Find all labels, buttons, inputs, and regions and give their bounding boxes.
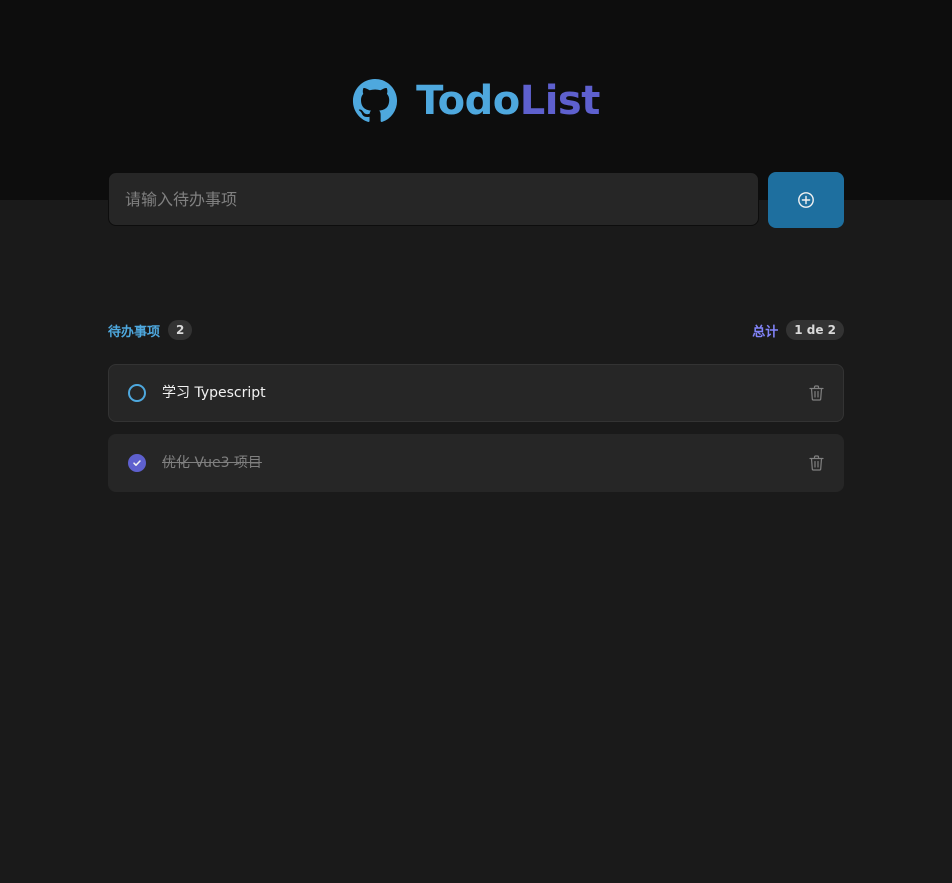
github-icon bbox=[353, 78, 398, 122]
task-list: 学习 Typescript 优化 Vue3 项目 bbox=[108, 364, 844, 504]
created-tasks-label: 待办事项 bbox=[108, 324, 161, 340]
delete-task-button[interactable] bbox=[807, 384, 825, 402]
task-item: 优化 Vue3 项目 bbox=[108, 434, 844, 492]
task-text: 学习 Typescript bbox=[162, 385, 266, 401]
created-tasks-badge: 2 bbox=[168, 320, 193, 340]
app-title-list: List bbox=[519, 78, 601, 124]
plus-circle-icon bbox=[798, 192, 814, 208]
app-title: TodoList bbox=[416, 76, 600, 126]
completed-tasks-badge: 1 de 2 bbox=[786, 320, 844, 340]
trash-icon bbox=[808, 455, 824, 471]
completed-tasks-counter: 总计 1 de 2 bbox=[752, 320, 844, 340]
new-task-form bbox=[108, 172, 844, 228]
task-text: 优化 Vue3 项目 bbox=[162, 455, 262, 471]
created-tasks-counter: 待办事项 2 bbox=[108, 320, 193, 340]
completed-tasks-label: 总计 bbox=[752, 324, 779, 340]
check-icon bbox=[133, 460, 141, 466]
task-summary: 待办事项 2 总计 1 de 2 bbox=[108, 319, 844, 341]
task-checkbox[interactable] bbox=[128, 384, 146, 402]
task-checkbox[interactable] bbox=[128, 454, 146, 472]
new-task-input[interactable] bbox=[108, 172, 759, 226]
app-title-todo: Todo bbox=[416, 78, 520, 124]
trash-icon bbox=[808, 385, 824, 401]
add-task-button[interactable] bbox=[768, 172, 844, 228]
app-logo: TodoList bbox=[0, 76, 952, 126]
task-item: 学习 Typescript bbox=[108, 364, 844, 422]
delete-task-button[interactable] bbox=[807, 454, 825, 472]
